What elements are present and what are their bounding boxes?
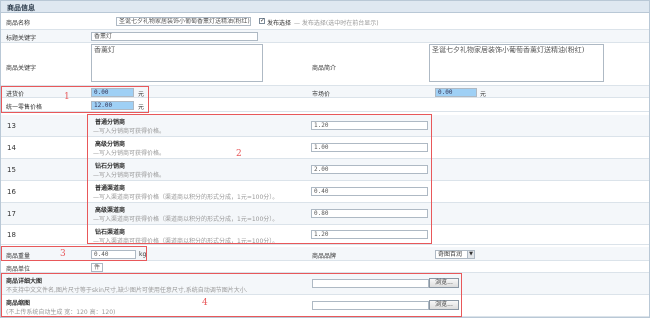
row-product-name: 商品名称 圣诞七夕礼物家居装饰小葡萄香薰灯送精油(粉红) 发布选择 — 发布选择… [1,14,649,30]
tier-id: 18 [7,231,16,239]
keywords-textarea[interactable]: 香薰灯 [91,44,263,82]
brand-select-value: 奇图百润 [438,251,463,258]
tier-id: 17 [7,210,16,218]
brand-select[interactable]: 奇图百润 ▼ [435,250,475,259]
annotation-box-3 [1,246,147,261]
intro-label: 商品简介 [312,65,337,72]
market-price-label: 市场价 [312,91,331,98]
product-name-label: 商品名称 [6,20,31,27]
tier-id: 16 [7,188,16,196]
panel-header: 商品信息 [1,1,649,13]
brand-label: 商品品牌 [312,253,337,260]
tier-id: 15 [7,166,16,174]
row-title-keyword: 标题关键字 香薰灯 [1,30,649,43]
publish-label: 发布选择 [267,20,292,27]
chevron-down-icon: ▼ [467,251,474,258]
title-keyword-input[interactable]: 香薰灯 [91,32,258,41]
keywords-label: 商品关键字 [6,65,37,72]
unit-label: 商品单位 [6,266,31,273]
row-keywords-intro: 商品关键字 香薰灯 商品简介 圣诞七夕礼物家居装饰小葡萄香薰灯送精油(粉红) [1,43,649,86]
product-name-input[interactable]: 圣诞七夕礼物家居装饰小葡萄香薰灯送精油(粉红) [116,17,251,26]
publish-checkbox[interactable] [259,17,265,24]
annotation-box-2 [87,114,432,244]
annotation-number-3: 3 [60,249,66,259]
annotation-number-2: 2 [236,149,242,159]
unit-input[interactable]: 件 [91,263,103,272]
intro-textarea[interactable]: 圣诞七夕礼物家居装饰小葡萄香薰灯送精油(粉红) [429,44,604,82]
title-keyword-label: 标题关键字 [6,35,37,42]
annotation-number-4: 4 [202,298,208,308]
market-price-input[interactable]: 0.00 [435,88,477,97]
annotation-number-1: 1 [64,92,70,102]
row-unit: 商品单位 件 [1,261,649,273]
market-price-unit: 元 [480,91,487,98]
tier-id: 13 [7,122,16,130]
panel-title: 商品信息 [7,4,35,12]
annotation-box-1 [1,86,149,113]
tier-id: 14 [7,144,16,152]
annotation-box-4 [1,273,462,317]
publish-hint: — 发布选择(选中时在前台显示) [294,20,379,27]
